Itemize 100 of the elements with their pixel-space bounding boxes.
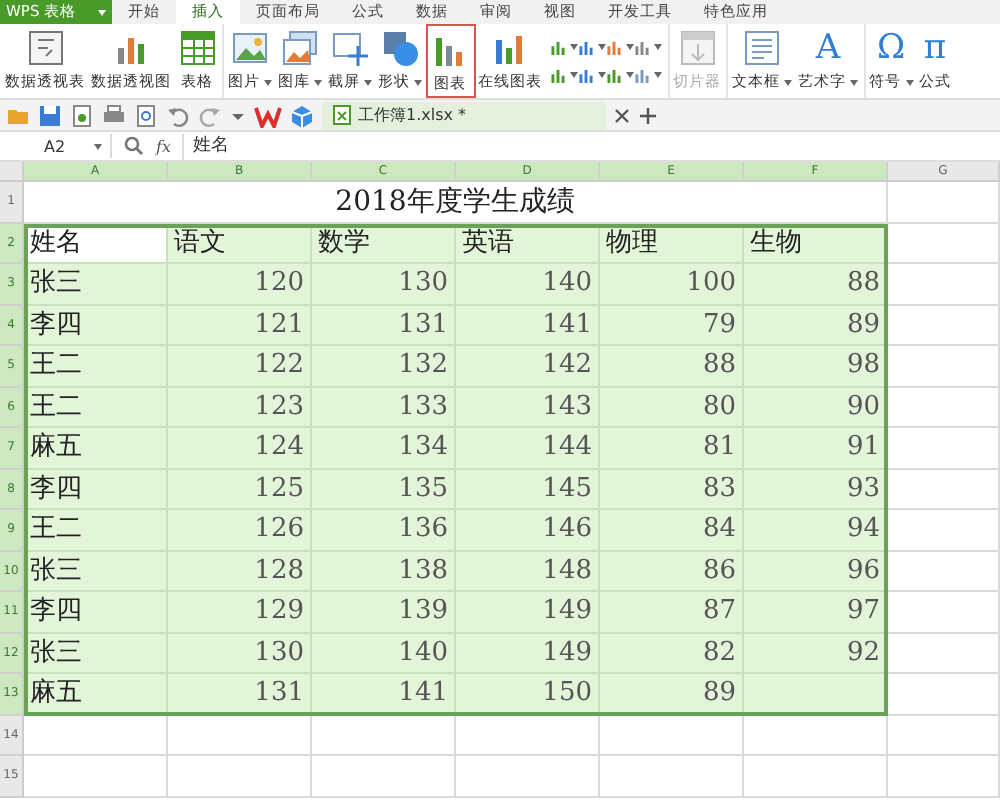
table-cell[interactable] — [888, 182, 1000, 223]
zoom-icon[interactable] — [124, 136, 144, 156]
wps-logo-icon[interactable] — [254, 103, 282, 127]
select-all-corner[interactable] — [0, 162, 24, 182]
table-cell[interactable]: 134 — [312, 428, 456, 469]
table-cell[interactable]: 141 — [312, 674, 456, 715]
table-cell[interactable]: 144 — [456, 428, 600, 469]
table-cell[interactable]: 141 — [456, 305, 600, 346]
table-cell[interactable]: 149 — [456, 633, 600, 674]
table-cell[interactable] — [888, 264, 1000, 305]
table-cell[interactable] — [24, 715, 168, 756]
table-cell[interactable]: 132 — [312, 346, 456, 387]
table-cell[interactable]: 125 — [168, 469, 312, 510]
table-cell[interactable]: 李四 — [24, 469, 168, 510]
table-cell[interactable] — [24, 756, 168, 797]
table-cell[interactable]: 121 — [168, 305, 312, 346]
redo-icon[interactable] — [198, 103, 222, 127]
preview-icon[interactable] — [134, 103, 158, 127]
table-cell[interactable] — [456, 756, 600, 797]
table-cell[interactable]: 131 — [168, 674, 312, 715]
table-cell[interactable]: 86 — [600, 551, 744, 592]
table-cell[interactable]: 81 — [600, 428, 744, 469]
table-cell[interactable]: 麻五 — [24, 428, 168, 469]
table-cell[interactable]: 张三 — [24, 264, 168, 305]
close-icon[interactable] — [614, 107, 631, 123]
table-cell[interactable] — [888, 346, 1000, 387]
print-icon[interactable] — [102, 103, 126, 127]
formula-field[interactable]: 姓名 — [182, 133, 1000, 159]
table-cell[interactable]: 128 — [168, 551, 312, 592]
table-cell[interactable]: 100 — [600, 264, 744, 305]
table-cell[interactable]: 135 — [312, 469, 456, 510]
table-cell[interactable]: 94 — [744, 510, 888, 551]
table-cell[interactable]: 143 — [456, 387, 600, 428]
table-cell[interactable]: 148 — [456, 551, 600, 592]
table-cell[interactable]: 91 — [744, 428, 888, 469]
table-cell[interactable]: 90 — [744, 387, 888, 428]
table-cell[interactable]: 129 — [168, 592, 312, 633]
table-cell[interactable]: 130 — [312, 264, 456, 305]
table-cell[interactable]: 140 — [456, 264, 600, 305]
table-cell[interactable]: 92 — [744, 633, 888, 674]
table-cell[interactable] — [168, 756, 312, 797]
table-cell[interactable] — [888, 305, 1000, 346]
table-cell[interactable]: 王二 — [24, 346, 168, 387]
save-icon[interactable] — [38, 103, 62, 127]
table-cell[interactable] — [888, 674, 1000, 715]
table-cell[interactable] — [888, 715, 1000, 756]
table-cell[interactable] — [168, 715, 312, 756]
table-cell[interactable] — [312, 715, 456, 756]
table-cell[interactable]: 张三 — [24, 633, 168, 674]
table-cell[interactable]: 131 — [312, 305, 456, 346]
table-cell[interactable]: 82 — [600, 633, 744, 674]
document-icon[interactable] — [70, 103, 94, 127]
table-cell[interactable]: 124 — [168, 428, 312, 469]
table-cell[interactable]: 150 — [456, 674, 600, 715]
table-cell[interactable]: 136 — [312, 510, 456, 551]
table-cell[interactable]: 80 — [600, 387, 744, 428]
table-cell[interactable]: 李四 — [24, 305, 168, 346]
table-cell[interactable]: 139 — [312, 592, 456, 633]
table-cell[interactable] — [744, 715, 888, 756]
table-cell[interactable] — [888, 633, 1000, 674]
table-cell[interactable] — [888, 551, 1000, 592]
table-cell[interactable] — [888, 387, 1000, 428]
table-cell[interactable]: 张三 — [24, 551, 168, 592]
table-cell[interactable]: 145 — [456, 469, 600, 510]
table-cell[interactable]: 146 — [456, 510, 600, 551]
table-cell[interactable] — [600, 715, 744, 756]
table-cell[interactable]: 83 — [600, 469, 744, 510]
table-cell[interactable]: 130 — [168, 633, 312, 674]
table-cell[interactable]: 126 — [168, 510, 312, 551]
table-cell[interactable]: 133 — [312, 387, 456, 428]
table-cell[interactable] — [888, 223, 1000, 264]
table-cell[interactable]: 84 — [600, 510, 744, 551]
cube-icon[interactable] — [290, 103, 314, 127]
table-cell[interactable]: 王二 — [24, 510, 168, 551]
table-cell[interactable]: 140 — [312, 633, 456, 674]
table-cell[interactable]: 87 — [600, 592, 744, 633]
table-cell[interactable] — [600, 756, 744, 797]
table-cell[interactable]: 96 — [744, 551, 888, 592]
table-cell[interactable] — [312, 756, 456, 797]
table-cell[interactable]: 79 — [600, 305, 744, 346]
table-cell[interactable]: 89 — [600, 674, 744, 715]
table-cell[interactable]: 142 — [456, 346, 600, 387]
add-icon[interactable] — [638, 105, 659, 125]
table-cell[interactable] — [744, 756, 888, 797]
table-cell[interactable]: 138 — [312, 551, 456, 592]
table-cell[interactable]: 88 — [744, 264, 888, 305]
name-box[interactable]: A2 — [0, 134, 112, 158]
table-cell[interactable] — [888, 428, 1000, 469]
merged-title-cell[interactable]: 2018年度学生成绩 — [24, 182, 888, 223]
document-tab[interactable]: 工作簿1.xlsx * — [322, 101, 607, 129]
table-cell[interactable]: 97 — [744, 592, 888, 633]
table-cell[interactable] — [888, 469, 1000, 510]
table-cell[interactable]: 98 — [744, 346, 888, 387]
table-cell[interactable]: 88 — [600, 346, 744, 387]
table-cell[interactable]: 149 — [456, 592, 600, 633]
table-cell[interactable]: 123 — [168, 387, 312, 428]
table-cell[interactable] — [456, 715, 600, 756]
table-cell[interactable] — [888, 756, 1000, 797]
table-cell[interactable]: 93 — [744, 469, 888, 510]
table-cell[interactable]: 120 — [168, 264, 312, 305]
